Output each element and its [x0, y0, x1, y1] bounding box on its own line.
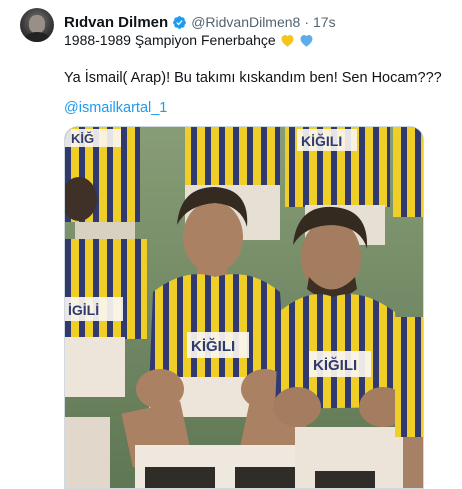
mention-link[interactable]: @ismailkartal_1 [64, 100, 167, 116]
author-handle[interactable]: @RidvanDilmen8 [191, 14, 300, 30]
avatar-shoulders [24, 32, 50, 42]
separator-dot: · [304, 14, 310, 30]
blue-heart-icon [300, 35, 313, 47]
author-avatar[interactable] [20, 8, 54, 42]
tweet-first-line: 1988-1989 Şampiyon Fenerbahçe [64, 32, 314, 48]
avatar-face [29, 15, 45, 33]
yellow-heart-icon [281, 35, 294, 47]
tweet-text: Ya İsmail( Arap)! Bu takımı kıskandım be… [64, 70, 442, 86]
tweet-header: Rıdvan Dilmen @RidvanDilmen8 · 17s [64, 12, 336, 32]
verified-badge-icon [173, 15, 187, 29]
tweet-photo[interactable]: KİĞ KİĞILI İGİLİ KİĞILI KİĞILI [64, 126, 424, 489]
tweet-timestamp[interactable]: 17s [313, 14, 336, 30]
first-line-text: 1988-1989 Şampiyon Fenerbahçe [64, 32, 276, 48]
author-name[interactable]: Rıdvan Dilmen [64, 14, 168, 31]
tweet-card[interactable]: Rıdvan Dilmen @RidvanDilmen8 · 17s 1988-… [0, 0, 462, 489]
team-photo-illustration: KİĞ KİĞILI İGİLİ KİĞILI KİĞILI [65, 127, 423, 488]
